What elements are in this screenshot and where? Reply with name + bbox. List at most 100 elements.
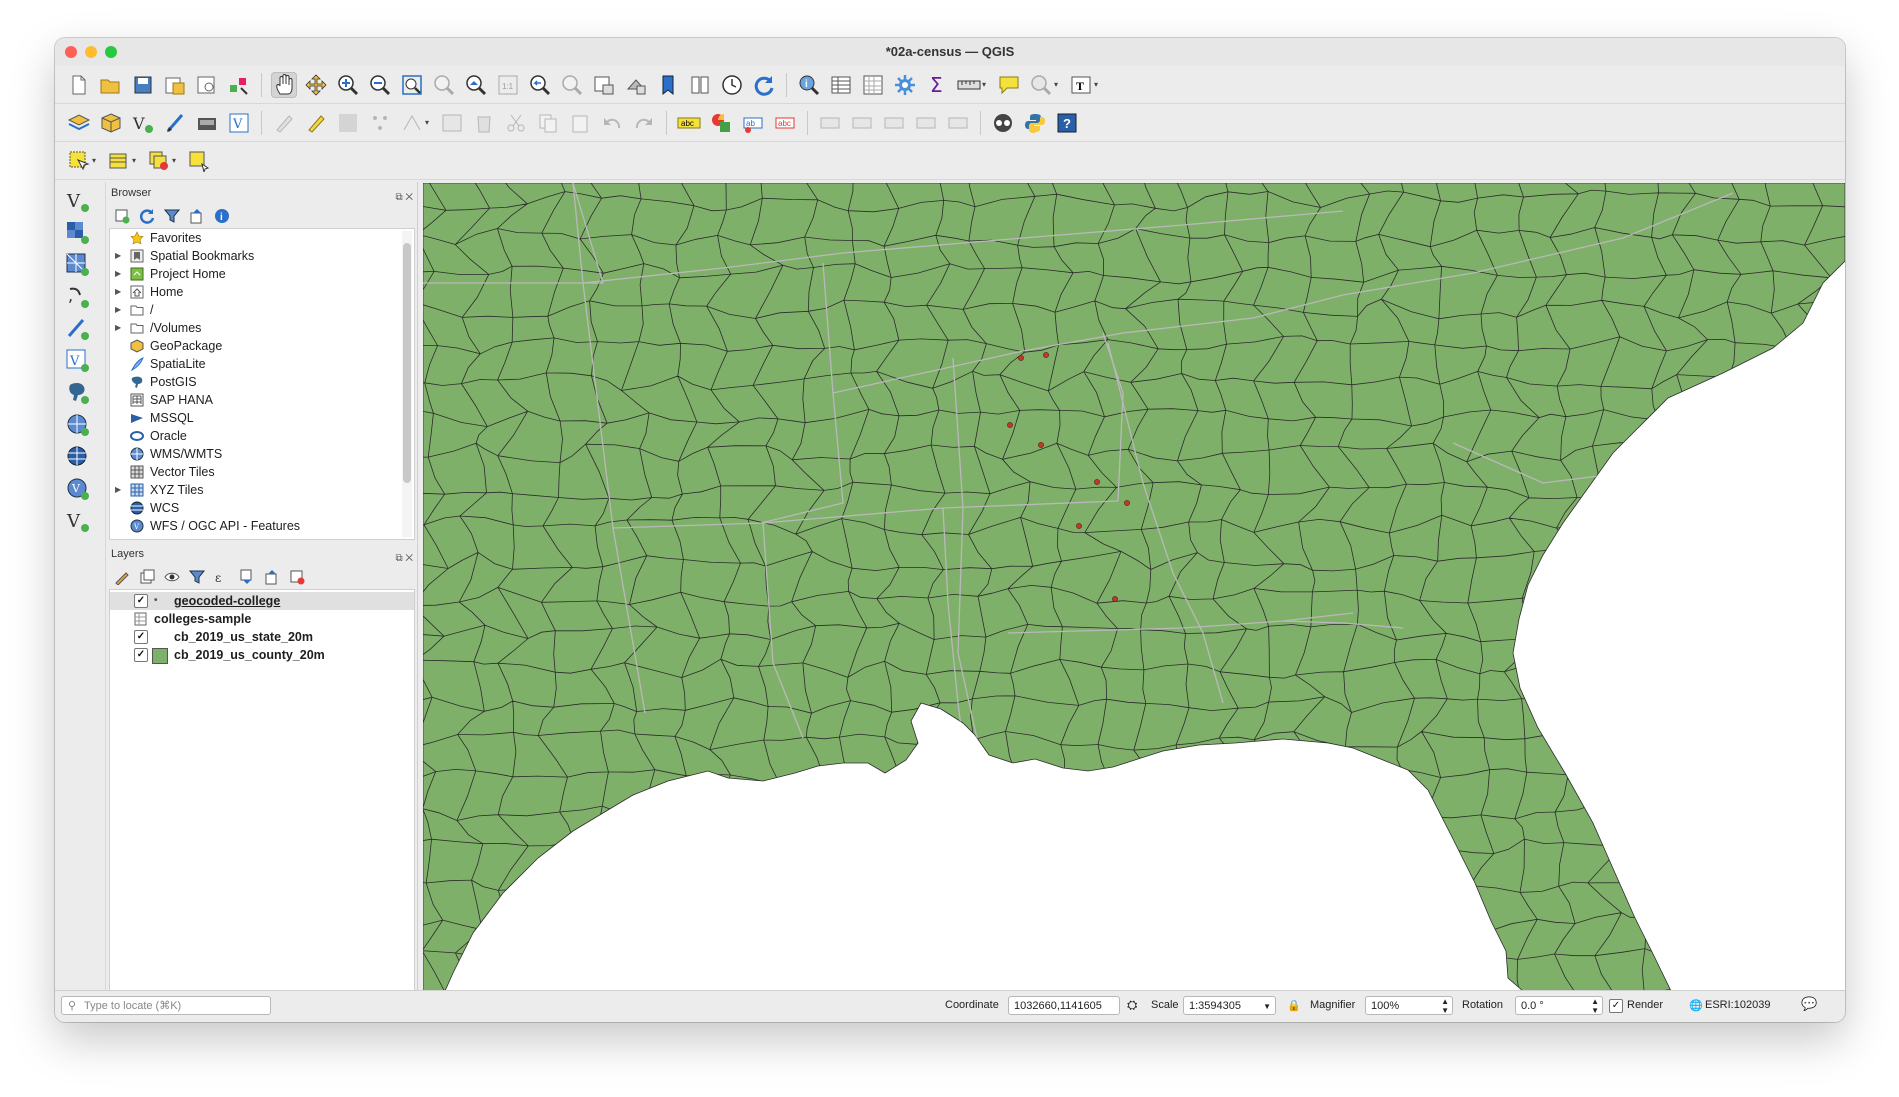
delete-selected-icon[interactable] xyxy=(471,110,497,136)
close-window-button[interactable] xyxy=(65,46,77,58)
browser-item[interactable]: SpatiaLite xyxy=(110,355,414,373)
map-svg[interactable] xyxy=(423,183,1845,991)
filter-legend-icon[interactable] xyxy=(188,568,206,586)
add-wfs-layer-icon[interactable]: V xyxy=(65,476,91,502)
remove-layer-icon[interactable] xyxy=(288,568,306,586)
open-project-icon[interactable] xyxy=(98,72,124,98)
layer-item[interactable]: colleges-sample xyxy=(110,610,414,628)
add-virtual-layer-icon[interactable]: V xyxy=(226,110,252,136)
temporal-controller-icon[interactable] xyxy=(719,72,745,98)
browser-item[interactable]: ▶ Spatial Bookmarks xyxy=(110,247,414,265)
toggle-extents-icon[interactable]: ⛭ xyxy=(1127,997,1137,1013)
scale-dropdown-icon[interactable]: ▼ xyxy=(1263,997,1271,1016)
open-layer-styling-icon[interactable] xyxy=(113,568,131,586)
browser-item[interactable]: GeoPackage xyxy=(110,337,414,355)
pan-to-selection-icon[interactable] xyxy=(303,72,329,98)
rotation-field[interactable]: 0.0 ° ▲ ▼ xyxy=(1515,996,1603,1015)
add-selected-layers-icon[interactable] xyxy=(113,207,131,225)
browser-item[interactable]: ▶ Project Home xyxy=(110,265,414,283)
map-tips-icon[interactable] xyxy=(996,72,1022,98)
select-location-icon[interactable] xyxy=(186,148,212,174)
new-bookmark-icon[interactable] xyxy=(655,72,681,98)
layer-item[interactable]: ✓ • geocoded-college xyxy=(110,592,414,610)
browser-item[interactable]: SAP HANA xyxy=(110,391,414,409)
filter-by-expression-icon[interactable]: ε xyxy=(213,568,231,586)
select-features-dropdown-icon[interactable] xyxy=(1028,72,1054,98)
save-edits-icon[interactable] xyxy=(335,110,361,136)
browser-item[interactable]: WMS/WMTS xyxy=(110,445,414,463)
add-project-layer-icon[interactable] xyxy=(66,110,92,136)
change-label-icon[interactable] xyxy=(881,110,907,136)
rotation-stepper-icon[interactable]: ▲ ▼ xyxy=(1591,997,1599,1015)
add-group-icon[interactable] xyxy=(138,568,156,586)
add-spatialite-icon[interactable] xyxy=(194,110,220,136)
locator-search[interactable]: ⚲ Type to locate (⌘K) xyxy=(61,996,271,1015)
add-vector-layer-side-icon[interactable]: V xyxy=(65,188,91,214)
new-shapefile-layer-icon[interactable]: V xyxy=(65,508,91,534)
add-mesh-layer-icon[interactable] xyxy=(65,252,91,278)
browser-item[interactable]: Vector Tiles xyxy=(110,463,414,481)
browser-item[interactable]: Oracle xyxy=(110,427,414,445)
text-annotation-icon[interactable]: T xyxy=(1068,72,1094,98)
minimize-window-button[interactable] xyxy=(85,46,97,58)
expand-arrow-icon[interactable]: ▶ xyxy=(115,301,121,319)
coordinate-field[interactable]: 1032660,1141605 xyxy=(1008,996,1120,1015)
collapse-all-icon[interactable] xyxy=(188,207,206,225)
browser-item[interactable]: Favorites xyxy=(110,229,414,247)
measure-icon[interactable] xyxy=(956,72,982,98)
refresh-browser-icon[interactable] xyxy=(138,207,156,225)
add-geopackage-icon[interactable] xyxy=(98,110,124,136)
identify-icon[interactable]: i xyxy=(796,72,822,98)
zoom-full-icon[interactable] xyxy=(399,72,425,98)
help-icon[interactable]: ? xyxy=(1054,110,1080,136)
magnifier-stepper-icon[interactable]: ▲ ▼ xyxy=(1441,997,1449,1015)
layer-visibility-checkbox[interactable]: ✓ xyxy=(134,594,148,608)
label-properties-icon[interactable] xyxy=(945,110,971,136)
properties-info-icon[interactable]: i xyxy=(213,207,231,225)
add-vector-layer-icon[interactable]: V xyxy=(130,110,156,136)
show-hide-labels-icon[interactable] xyxy=(913,110,939,136)
browser-item[interactable]: ▶ XYZ Tiles xyxy=(110,481,414,499)
scale-field[interactable]: 1:3594305 ▼ xyxy=(1183,996,1276,1015)
toggle-editing-icon[interactable] xyxy=(303,110,329,136)
zoom-layer-icon[interactable] xyxy=(463,72,489,98)
browser-item[interactable]: ▶ Home xyxy=(110,283,414,301)
add-wcs-layer-icon[interactable] xyxy=(65,444,91,470)
paste-features-icon[interactable] xyxy=(567,110,593,136)
layer-visibility-checkbox[interactable]: ✓ xyxy=(134,648,148,662)
add-feature-icon[interactable] xyxy=(367,110,393,136)
processing-toolbox-icon[interactable] xyxy=(892,72,918,98)
panel-float-close-icon[interactable]: ⧉ ✕ xyxy=(395,187,413,209)
expand-arrow-icon[interactable]: ▶ xyxy=(115,319,121,337)
add-virtual-layer-side-icon[interactable]: V xyxy=(65,348,91,374)
select-features-icon[interactable] xyxy=(66,148,92,174)
layer-visibility-checkbox[interactable]: ✓ xyxy=(134,630,148,644)
attribute-table-icon[interactable] xyxy=(828,72,854,98)
redo-icon[interactable] xyxy=(631,110,657,136)
map-canvas[interactable] xyxy=(423,183,1845,991)
style-manager-icon[interactable] xyxy=(226,72,252,98)
crs-globe-icon[interactable]: 🌐 xyxy=(1689,999,1703,1012)
new-3d-view-icon[interactable] xyxy=(623,72,649,98)
refresh-icon[interactable] xyxy=(751,72,777,98)
add-delimited-text-icon[interactable] xyxy=(162,110,188,136)
expand-arrow-icon[interactable]: ▶ xyxy=(115,283,121,301)
new-map-view-icon[interactable] xyxy=(591,72,617,98)
browser-item[interactable]: MSSQL xyxy=(110,409,414,427)
browser-item[interactable]: ▶ / xyxy=(110,301,414,319)
select-by-expression-icon[interactable] xyxy=(106,148,132,174)
save-as-icon[interactable] xyxy=(162,72,188,98)
collapse-all-layers-icon[interactable] xyxy=(263,568,281,586)
rotate-label-icon[interactable] xyxy=(849,110,875,136)
zoom-out-icon[interactable] xyxy=(367,72,393,98)
highlight-pinned-labels-icon[interactable]: ab xyxy=(740,110,766,136)
copy-features-icon[interactable] xyxy=(535,110,561,136)
messages-icon[interactable]: 💬 xyxy=(1801,996,1817,1012)
expand-arrow-icon[interactable]: ▶ xyxy=(115,247,121,265)
browser-item[interactable]: WCS xyxy=(110,499,414,517)
new-project-icon[interactable] xyxy=(66,72,92,98)
expand-arrow-icon[interactable]: ▶ xyxy=(115,265,121,283)
move-label-icon[interactable] xyxy=(817,110,843,136)
zoom-window-button[interactable] xyxy=(105,46,117,58)
save-project-icon[interactable] xyxy=(130,72,156,98)
